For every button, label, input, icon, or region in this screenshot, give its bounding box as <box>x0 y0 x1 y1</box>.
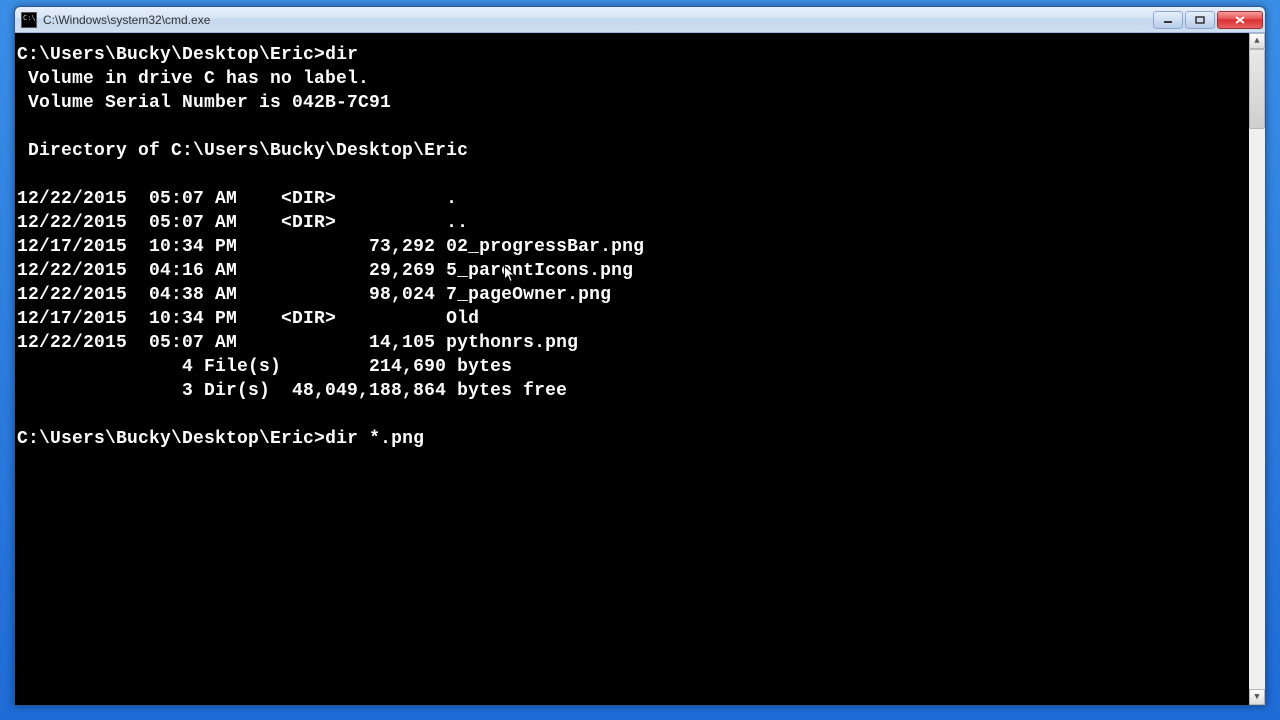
scroll-thumb[interactable] <box>1249 49 1265 129</box>
dir-entry: 12/17/2015 10:34 PM <DIR> Old <box>17 309 479 329</box>
maximize-button[interactable] <box>1185 11 1215 29</box>
dir-entry: 12/22/2015 04:38 AM 98,024 7_pageOwner.p… <box>17 285 611 305</box>
scroll-down-button[interactable]: ▼ <box>1249 689 1265 705</box>
output-line: Directory of C:\Users\Bucky\Desktop\Eric <box>17 141 468 161</box>
scroll-track[interactable] <box>1249 49 1265 689</box>
dir-entry: 12/22/2015 05:07 AM <DIR> . <box>17 189 457 209</box>
output-line: Volume Serial Number is 042B-7C91 <box>17 93 391 113</box>
dir-entry: 12/22/2015 04:16 AM 29,269 5_parentIcons… <box>17 261 633 281</box>
summary-line: 4 File(s) 214,690 bytes <box>17 357 512 377</box>
close-icon <box>1234 15 1246 25</box>
cmd-icon <box>21 12 37 28</box>
command-text: dir *.png <box>325 429 424 449</box>
dir-entry: 12/17/2015 10:34 PM 73,292 02_progressBa… <box>17 237 644 257</box>
minimize-button[interactable] <box>1153 11 1183 29</box>
dir-entry: 12/22/2015 05:07 AM 14,105 pythonrs.png <box>17 333 578 353</box>
close-button[interactable] <box>1217 11 1263 29</box>
console-area: C:\Users\Bucky\Desktop\Eric>dir Volume i… <box>15 33 1265 705</box>
minimize-icon <box>1163 16 1173 24</box>
prompt: C:\Users\Bucky\Desktop\Eric> <box>17 429 325 449</box>
console-output[interactable]: C:\Users\Bucky\Desktop\Eric>dir Volume i… <box>15 33 1249 705</box>
command-text: dir <box>325 45 358 65</box>
maximize-icon <box>1195 16 1205 24</box>
prompt: C:\Users\Bucky\Desktop\Eric> <box>17 45 325 65</box>
titlebar[interactable]: C:\Windows\system32\cmd.exe <box>15 7 1265 33</box>
window-title: C:\Windows\system32\cmd.exe <box>43 13 1151 27</box>
scroll-up-button[interactable]: ▲ <box>1249 33 1265 49</box>
dir-entry: 12/22/2015 05:07 AM <DIR> .. <box>17 213 468 233</box>
output-line: Volume in drive C has no label. <box>17 69 369 89</box>
cmd-window: C:\Windows\system32\cmd.exe C:\Users\Buc… <box>14 6 1266 706</box>
vertical-scrollbar[interactable]: ▲ ▼ <box>1249 33 1265 705</box>
window-controls <box>1151 11 1263 29</box>
summary-line: 3 Dir(s) 48,049,188,864 bytes free <box>17 381 567 401</box>
